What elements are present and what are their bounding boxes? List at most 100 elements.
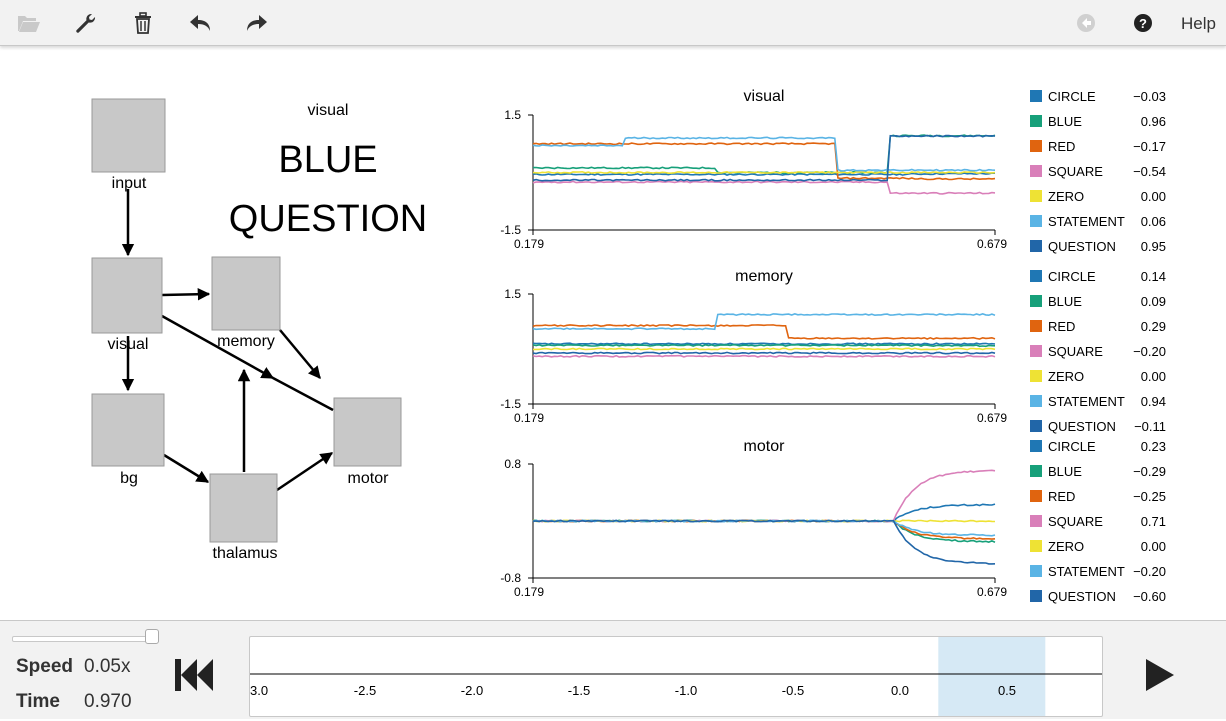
plot-title: motor <box>744 438 786 455</box>
legend-series-name: ZERO <box>1048 369 1084 384</box>
legend-series-name: RED <box>1048 139 1075 154</box>
y-tick-label: 1.5 <box>504 287 521 301</box>
node-visual-label: visual <box>108 336 149 353</box>
series-line-zero <box>533 347 996 351</box>
redo-icon[interactable] <box>242 8 272 38</box>
legend-series-name: BLUE <box>1048 114 1082 129</box>
node-memory-label: memory <box>217 333 275 350</box>
legend-series-name: QUESTION <box>1048 239 1116 254</box>
timeline[interactable]: 3.0 -2.5 -2.0 -1.5 -1.0 -0.5 0.0 0.5 <box>249 636 1103 717</box>
plot-memory[interactable]: memory 1.5 -1.50.179 0.679 CIRCLE 0.14 BLUE 0.0… <box>500 268 1166 434</box>
legend-swatch <box>1030 115 1042 127</box>
series-line-square <box>532 180 996 195</box>
series-line-square <box>532 354 996 358</box>
legend-series-value: −0.03 <box>1133 89 1166 104</box>
play-icon[interactable] <box>1140 651 1180 699</box>
y-tick-label: -1.5 <box>500 397 521 411</box>
legend-series-name: ZERO <box>1048 189 1084 204</box>
legend-series-name: ZERO <box>1048 539 1084 554</box>
connection-visual-memory <box>161 287 211 301</box>
legend-series-value: 0.96 <box>1141 114 1166 129</box>
help-link[interactable]: Help <box>1181 14 1216 34</box>
timeline-tick-label: 0.0 <box>891 683 909 698</box>
x-tick-label: 0.179 <box>514 585 544 599</box>
series-line-statement <box>532 313 996 331</box>
legend-series-value: −0.29 <box>1133 464 1166 479</box>
legend-series-name: BLUE <box>1048 294 1082 309</box>
series-line-question <box>533 519 996 565</box>
legend-swatch <box>1030 395 1042 407</box>
legend-swatch <box>1030 540 1042 552</box>
timeline-tick-label: -0.5 <box>782 683 804 698</box>
speed-label: Speed <box>16 656 74 677</box>
timeline-window[interactable] <box>938 637 1046 716</box>
timeline-tick-label: 3.0 <box>250 683 268 698</box>
undo-icon[interactable] <box>185 8 215 38</box>
node-bg[interactable] <box>91 393 165 467</box>
timeline-tick-label: 0.5 <box>998 683 1016 698</box>
folder-open-icon[interactable] <box>14 8 44 38</box>
plot-visual[interactable]: visual 1.5 -1.50.179 0.679 CIRCLE −0.03 BLUE 0.… <box>500 88 1166 254</box>
legend-series-value: 0.14 <box>1141 269 1166 284</box>
series-line-square <box>532 469 996 523</box>
legend-swatch <box>1030 490 1042 502</box>
node-bg-label: bg <box>120 470 138 487</box>
legend-swatch <box>1030 165 1042 177</box>
legend-series-name: QUESTION <box>1048 589 1116 604</box>
legend-swatch <box>1030 320 1042 332</box>
legend-series-name: RED <box>1048 319 1075 334</box>
workspace: input visual memory bg thalamus motor vi… <box>0 46 1226 620</box>
question-circle-icon[interactable]: ? <box>1128 8 1158 38</box>
speed-value: 0.05x <box>84 656 131 677</box>
legend-swatch <box>1030 295 1042 307</box>
connection-visual-motor-tail <box>272 376 334 412</box>
svg-text:?: ? <box>1139 16 1147 31</box>
legend-series-name: SQUARE <box>1048 164 1103 179</box>
legend-series-value: −0.17 <box>1133 139 1166 154</box>
series-line-blue <box>532 343 996 348</box>
legend-series-value: 0.29 <box>1141 319 1166 334</box>
pointer-display: visual BLUE QUESTION <box>229 102 427 240</box>
y-tick-label: -0.8 <box>500 571 521 585</box>
reset-circle-icon[interactable] <box>1071 8 1101 38</box>
legend-series-value: 0.23 <box>1141 439 1166 454</box>
plot-motor[interactable]: motor 0.8 -0.80.179 0.679 CIRCLE 0.23 BLUE −0.2… <box>500 438 1166 604</box>
node-input[interactable] <box>91 98 166 173</box>
skip-back-icon[interactable] <box>170 651 218 699</box>
speed-slider-track[interactable] <box>12 636 154 642</box>
plot-title: memory <box>735 268 793 285</box>
legend-series-name: SQUARE <box>1048 514 1103 529</box>
legend-swatch <box>1030 420 1042 432</box>
node-motor[interactable] <box>333 397 402 467</box>
node-thalamus[interactable] <box>209 473 278 543</box>
wrench-icon[interactable] <box>70 8 100 38</box>
connection-thalamus-motor <box>276 451 334 492</box>
series-line-red <box>532 519 996 540</box>
legend-swatch <box>1030 370 1042 382</box>
footer: Speed 0.05x Time 0.970 3.0 -2.5 -2.0 -1.5 -1… <box>0 620 1226 719</box>
legend-swatch <box>1030 345 1042 357</box>
legend-series-value: −0.11 <box>1134 419 1166 434</box>
series-line-blue <box>532 134 996 175</box>
legend-series-name: BLUE <box>1048 464 1082 479</box>
legend-series-name: SQUARE <box>1048 344 1103 359</box>
series-line-question <box>532 351 996 355</box>
legend-swatch <box>1030 215 1042 227</box>
legend-series-name: CIRCLE <box>1048 439 1096 454</box>
time-label: Time <box>16 691 61 712</box>
x-tick-label: 0.679 <box>977 237 1007 251</box>
pointer-display-line2: QUESTION <box>229 198 427 240</box>
node-memory[interactable] <box>211 256 281 331</box>
legend-series-name: STATEMENT <box>1048 394 1125 409</box>
plot-title: visual <box>744 88 785 105</box>
legend-series-value: 0.00 <box>1141 539 1166 554</box>
trash-icon[interactable] <box>128 8 158 38</box>
x-tick-label: 0.179 <box>514 237 544 251</box>
x-tick-label: 0.179 <box>514 411 544 425</box>
series-line-statement <box>532 136 996 172</box>
speed-slider-thumb[interactable] <box>145 629 159 644</box>
legend-swatch <box>1030 440 1042 452</box>
node-visual[interactable] <box>91 257 163 334</box>
x-tick-label: 0.679 <box>977 411 1007 425</box>
time-value: 0.970 <box>84 691 132 712</box>
